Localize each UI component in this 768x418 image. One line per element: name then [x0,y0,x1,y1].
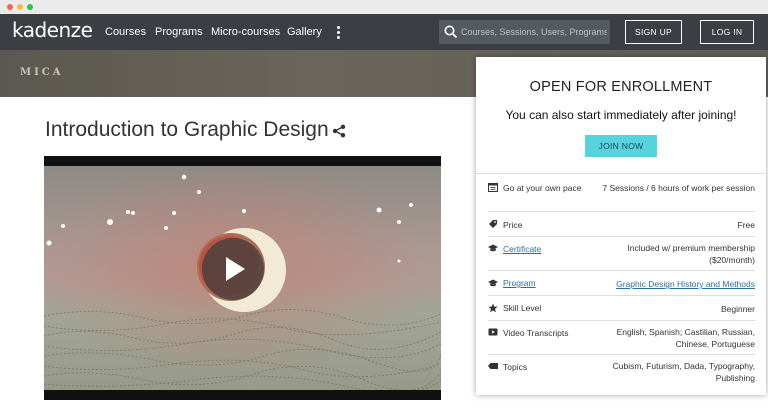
certificate-link[interactable]: Certificate [503,241,541,257]
enrollment-card: OPEN FOR ENROLLMENT You can also start i… [476,57,766,395]
detail-label-skill-level: Skill Level [503,303,542,313]
search-box[interactable] [439,20,610,44]
play-icon [226,257,245,281]
detail-row-program: Program Graphic Design History and Metho… [488,272,755,296]
program-value-link[interactable]: Graphic Design History and Methods [616,278,755,290]
course-title: Introduction to Graphic Design [45,118,329,141]
detail-value-certificate: Included w/ premium membership ($20/mont… [627,243,755,265]
detail-label-pace: Go at your own pace [503,183,582,193]
nav-gallery[interactable]: Gallery [287,26,322,38]
detail-label-video-transcripts: Video Transcripts [503,328,569,338]
price-tag-icon [489,220,497,228]
nav-programs[interactable]: Programs [155,26,203,38]
graduation-cap-icon [488,244,498,252]
detail-value-video-transcripts: English, Spanish; Castilian, Russian, Ch… [616,327,755,349]
calendar-icon [488,183,498,192]
detail-row-skill-level: Skill Level Beginner [488,297,755,321]
detail-row-certificate: Certificate Included w/ premium membersh… [488,238,755,271]
tag-icon [488,363,498,369]
log-in-button[interactable]: LOG IN [700,20,754,44]
detail-label-topics: Topics [503,362,528,372]
enrollment-heading: OPEN FOR ENROLLMENT [529,79,713,95]
star-icon [488,303,498,313]
partner-logo: MICA [20,67,64,78]
close-window-dot[interactable] [7,4,13,10]
video-icon [488,328,498,336]
minimize-window-dot[interactable] [17,4,23,10]
sign-up-button[interactable]: SIGN UP [625,20,682,44]
more-menu-icon[interactable] [335,25,341,41]
graduation-cap-icon [488,279,498,287]
detail-label-price: Price [503,220,523,230]
join-now-button[interactable]: JOIN NOW [585,135,657,157]
share-icon[interactable] [332,124,346,138]
nav-courses[interactable]: Courses [105,26,146,38]
detail-value-pace: 7 Sessions / 6 hours of work per session [602,183,755,193]
search-input[interactable] [461,20,607,44]
detail-row-price: Price Free [488,213,755,237]
detail-value-topics: Cubism, Futurism, Dada, Typography, Publ… [612,361,755,383]
nav-micro-courses[interactable]: Micro-courses [211,26,280,38]
browser-chrome [0,0,768,14]
detail-row-topics: Topics Cubism, Futurism, Dada, Typograph… [488,356,755,386]
detail-row-video-transcripts: Video Transcripts English, Spanish; Cast… [488,322,755,355]
play-button[interactable] [202,238,264,300]
card-divider [476,173,766,174]
enrollment-subheading: You can also start immediately after joi… [505,108,737,122]
detail-row-pace: Go at your own pace 7 Sessions / 6 hours… [488,180,755,212]
maximize-window-dot[interactable] [27,4,33,10]
detail-value-price: Free [737,220,755,230]
kadenze-logo[interactable]: kadenze [12,18,93,42]
detail-value-skill-level: Beginner [720,304,755,314]
program-link[interactable]: Program [503,275,536,291]
search-icon [444,25,458,39]
